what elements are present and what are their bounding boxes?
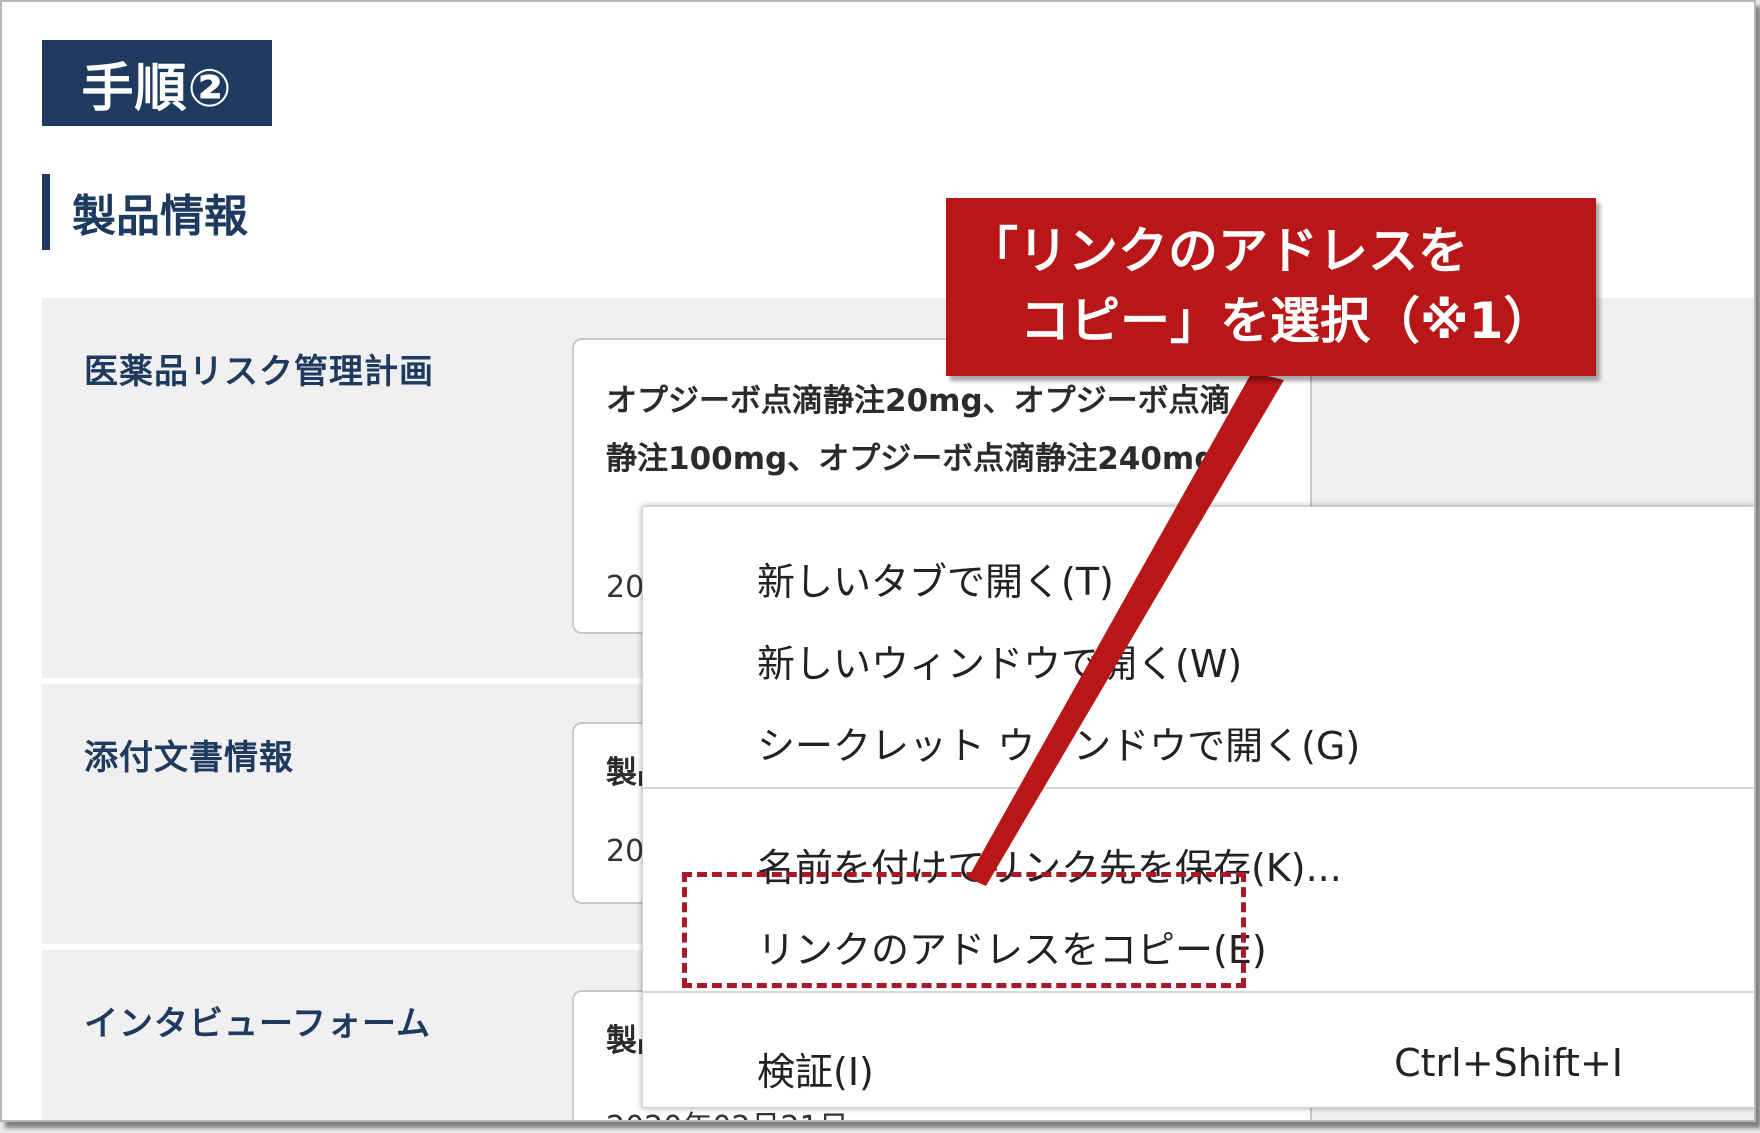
menu-item-open-incognito[interactable]: シークレット ウィンドウで開く(G) — [643, 701, 1754, 773]
menu-item-inspect[interactable]: 検証(I) Ctrl+Shift+I — [643, 1027, 1754, 1099]
row-label: 医薬品リスク管理計画 — [84, 352, 434, 392]
menu-item-label: シークレット ウィンドウで開く(G) — [757, 724, 1361, 768]
row-label: 添付文書情報 — [84, 738, 294, 778]
callout-line-1: 「リンクのアドレスを — [968, 222, 1468, 280]
menu-item-label: 新しいウィンドウで開く(W) — [757, 642, 1243, 686]
menu-item-open-new-window[interactable]: 新しいウィンドウで開く(W) — [643, 619, 1754, 691]
context-menu: 新しいタブで開く(T) 新しいウィンドウで開く(W) シークレット ウィンドウで… — [642, 506, 1754, 1108]
menu-item-label: 検証(I) — [757, 1050, 874, 1094]
step-badge: 手順② — [42, 40, 272, 126]
menu-separator — [643, 991, 1754, 993]
screenshot-frame: 手順② 製品情報 医薬品リスク管理計画 オプジーボ点滴静注20mg、オプジーボ点… — [0, 0, 1756, 1122]
menu-separator — [643, 787, 1754, 789]
menu-item-open-new-tab[interactable]: 新しいタブで開く(T) — [643, 537, 1754, 609]
annotation-callout: 「リンクのアドレスを コピー」を選択（※1） — [946, 198, 1596, 376]
menu-item-shortcut: Ctrl+Shift+I — [1394, 1041, 1623, 1085]
row-label: インタビューフォーム — [84, 1004, 431, 1044]
callout-line-2: コピー」を選択（※1） — [1020, 292, 1554, 350]
menu-item-label: 新しいタブで開く(T) — [757, 560, 1114, 604]
highlight-dashed-box — [682, 872, 1246, 988]
section-heading: 製品情報 — [42, 174, 248, 250]
